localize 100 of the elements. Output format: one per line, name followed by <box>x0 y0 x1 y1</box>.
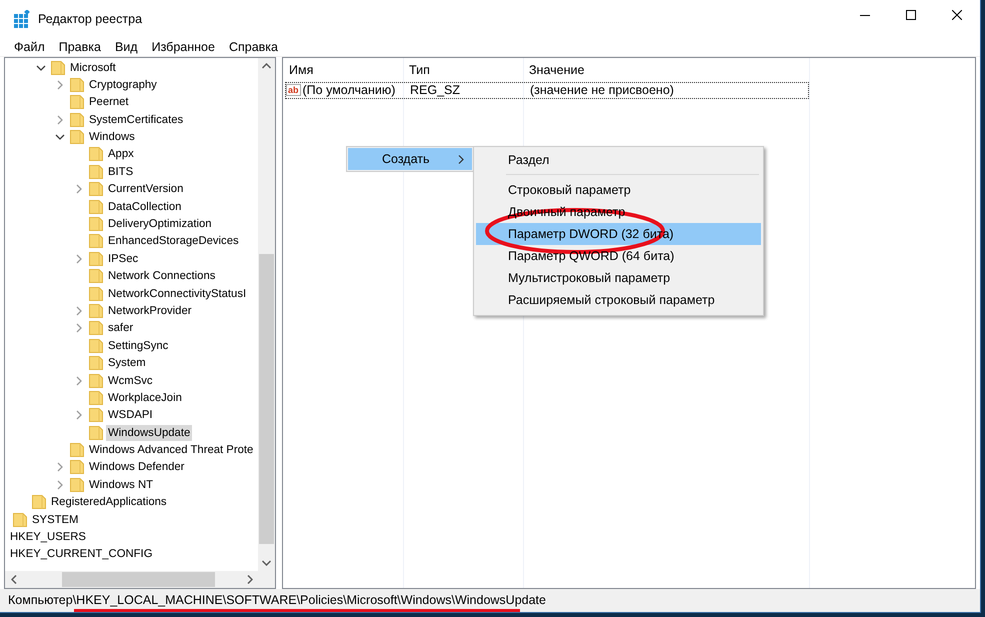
folder-icon <box>88 390 104 406</box>
vertical-scrollbar[interactable] <box>258 58 275 572</box>
tree-item[interactable]: Microsoft <box>68 60 118 76</box>
tree-item[interactable]: Network Connections <box>106 268 218 284</box>
menu-item[interactable]: Справка <box>222 38 285 55</box>
tree-item[interactable]: WindowsUpdate <box>106 424 192 441</box>
tree-item[interactable]: NetworkConnectivityStatusI <box>106 286 248 302</box>
menu-item[interactable]: Строковый параметр <box>476 179 761 201</box>
folder-icon <box>88 198 104 215</box>
folder-icon <box>69 476 85 493</box>
tree-item[interactable]: BITS <box>106 164 136 180</box>
collapse-icon[interactable] <box>55 132 65 142</box>
folder-icon <box>88 355 104 372</box>
tree-item[interactable]: SettingSync <box>106 338 170 354</box>
tree-item[interactable]: WSDAPI <box>106 407 155 424</box>
tree-item[interactable]: CurrentVersion <box>106 181 186 198</box>
folder-icon <box>88 164 104 180</box>
tree-item[interactable]: Windows NT <box>87 476 156 493</box>
tree-item[interactable]: Appx <box>106 146 136 162</box>
tree-item[interactable]: HKEY_CURRENT_CONFIG <box>8 546 154 562</box>
expand-icon[interactable] <box>55 462 65 472</box>
folder-icon <box>69 459 85 476</box>
folder-icon <box>88 320 104 336</box>
expand-icon[interactable] <box>55 114 65 125</box>
folder-icon <box>88 250 104 267</box>
tree-item[interactable]: Windows Advanced Threat Prote <box>87 442 256 458</box>
tree-item[interactable]: Windows Defender <box>87 459 186 476</box>
menu-item[interactable]: Файл <box>7 38 52 55</box>
scroll-right-icon[interactable] <box>246 575 252 584</box>
status-path: Компьютер\HKEY_LOCAL_MACHINE\SOFTWARE\Policies\Microsoft\Windows\WindowsUpdate <box>8 593 546 608</box>
folder-icon <box>88 302 104 319</box>
folder-icon <box>88 372 104 389</box>
window-title: Редактор реестра <box>38 12 142 26</box>
expand-icon[interactable] <box>55 480 65 490</box>
menu-item[interactable]: Мультистроковый параметр <box>476 267 761 289</box>
tree-item[interactable]: WcmSvc <box>106 372 155 389</box>
menu-item[interactable]: Расширяемый строковый параметр <box>476 289 761 311</box>
folder-icon <box>31 494 47 510</box>
folder-icon <box>69 76 85 93</box>
tree-item[interactable]: Peernet <box>87 94 131 110</box>
folder-icon <box>88 233 104 250</box>
table-cell-text: REG_SZ <box>409 83 462 98</box>
tree-item[interactable]: DeliveryOptimization <box>106 216 214 232</box>
expand-icon[interactable] <box>74 184 84 194</box>
tree-item[interactable]: Windows <box>87 129 137 146</box>
table-cell: (По умолчанию) <box>302 83 396 98</box>
menu-item[interactable]: Правка <box>52 38 108 55</box>
scroll-left-icon[interactable] <box>10 575 16 584</box>
folder-icon <box>69 112 85 128</box>
close-icon <box>952 10 962 20</box>
table-row[interactable]: ab (По умолчанию) REG_SZ (значение не присвоено) <box>285 82 809 99</box>
tree-item[interactable]: NetworkProvider <box>106 302 194 319</box>
folder-icon <box>88 268 104 284</box>
registry-editor-icon <box>13 10 30 28</box>
expand-icon[interactable] <box>74 376 84 386</box>
menu-item[interactable]: Создать <box>348 148 472 170</box>
folder-icon <box>50 60 66 76</box>
folder-icon <box>69 94 85 110</box>
folder-icon <box>69 442 85 458</box>
folder-icon <box>88 146 104 162</box>
folder-icon <box>88 181 104 198</box>
horizontal-scrollbar[interactable] <box>5 571 258 588</box>
tree-item[interactable]: HKEY_USERS <box>8 529 88 546</box>
scrollbar-thumb[interactable] <box>62 572 215 588</box>
tree-item[interactable]: SYSTEM <box>30 512 80 528</box>
expand-icon[interactable] <box>55 80 65 90</box>
tree-item[interactable]: DataCollection <box>106 198 184 215</box>
scroll-up-icon[interactable] <box>262 63 271 70</box>
column-header[interactable]: Тип <box>403 62 523 77</box>
tree-item[interactable]: SystemCertificates <box>87 112 186 128</box>
menu-item[interactable]: Параметр QWORD (64 бита) <box>476 245 761 267</box>
tree-item[interactable]: WorkplaceJoin <box>106 390 184 406</box>
expand-icon[interactable] <box>74 410 84 420</box>
collapse-icon[interactable] <box>36 62 46 72</box>
folder-icon <box>88 424 104 441</box>
expand-icon[interactable] <box>74 323 84 334</box>
menu-item[interactable]: Вид <box>108 38 145 55</box>
expand-icon[interactable] <box>74 254 84 264</box>
tree-item[interactable]: Cryptography <box>87 76 159 93</box>
string-value-icon: ab <box>286 84 301 96</box>
scrollbar-thumb[interactable] <box>259 254 274 544</box>
scroll-down-icon[interactable] <box>262 560 271 566</box>
menu-item[interactable]: Избранное <box>144 38 222 55</box>
folder-icon <box>88 407 104 424</box>
tree-item[interactable]: IPSec <box>106 250 140 267</box>
folder-icon <box>88 216 104 232</box>
column-header[interactable]: Имя <box>283 62 403 77</box>
tree-item[interactable]: safer <box>106 320 136 336</box>
table-cell-text: (значение не присвоено) <box>529 83 674 98</box>
expand-icon[interactable] <box>74 306 84 316</box>
column-header[interactable]: Значение <box>523 62 809 77</box>
folder-icon <box>88 338 104 354</box>
tree-item[interactable]: EnhancedStorageDevices <box>106 233 241 250</box>
folder-icon <box>88 286 104 302</box>
folder-icon <box>12 512 28 528</box>
maximize-icon <box>906 10 916 20</box>
menu-item[interactable]: Раздел <box>476 149 761 171</box>
folder-icon <box>69 129 85 146</box>
tree-item[interactable]: System <box>106 355 148 372</box>
tree-item[interactable]: RegisteredApplications <box>49 494 169 510</box>
